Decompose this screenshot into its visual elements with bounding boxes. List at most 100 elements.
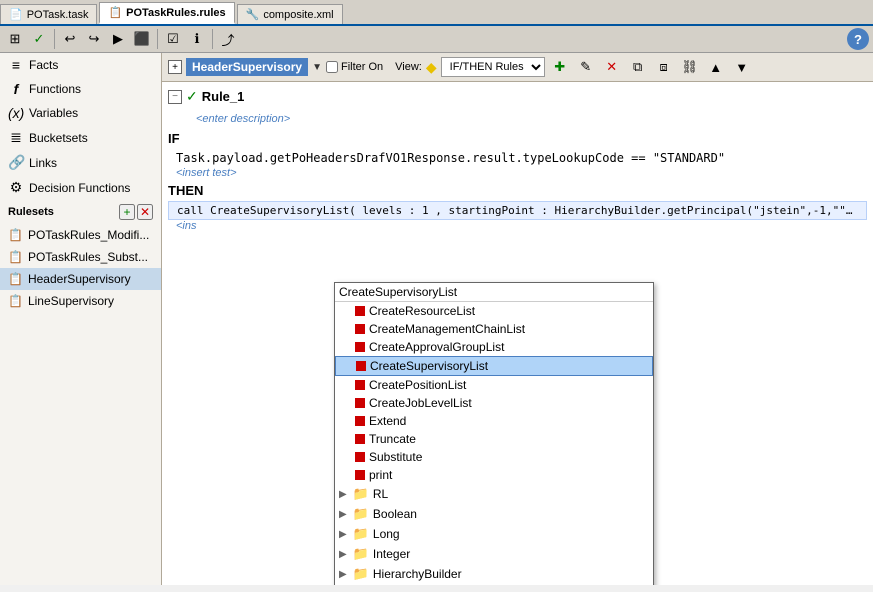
undo-button[interactable]: ↩ [59,28,81,50]
ac-item-extend[interactable]: Extend [335,412,653,430]
tab-potaskrules-icon: 📋 [108,6,122,19]
paste-button[interactable]: ⧈ [653,56,675,78]
rule-description[interactable]: <enter description> [196,113,290,125]
ac-item-print[interactable]: print [335,466,653,484]
main-container: ≡ Facts f Functions (x) Variables ≣ Buck… [0,53,873,585]
view-select[interactable]: IF/THEN Rules Decision Table Tree [441,57,545,77]
add-ruleset-button[interactable]: + [119,204,135,220]
sidebar-item-functions[interactable]: f Functions [0,77,161,101]
ruleset-dropdown-arrow[interactable]: ▼ [312,62,322,73]
method-icon [355,470,365,480]
sidebar-item-functions-label: Functions [29,82,81,96]
ac-item-createsupervisorylist[interactable]: CreateSupervisoryList [335,356,653,376]
toolbar-separator-2 [157,29,158,49]
delete-rule-button[interactable]: ✕ [601,56,623,78]
link-button[interactable]: ⛓ [679,56,701,78]
ac-item-createjoblevellist[interactable]: CreateJobLevelList [335,394,653,412]
ruleset-icon-3: 📋 [8,272,23,286]
ac-group-hierarchyprincipal[interactable]: ▶ 📁 HierarchyPrincipal [335,584,653,585]
tab-composite[interactable]: 🔧 composite.xml [237,4,343,24]
sidebar-ruleset-headersupervisory[interactable]: 📋 HeaderSupervisory [0,268,161,290]
info-button[interactable]: ℹ [186,28,208,50]
checkbox-button[interactable]: ☑ [162,28,184,50]
ac-group-integer[interactable]: ▶ 📁 Integer [335,544,653,564]
remove-ruleset-button[interactable]: ✕ [137,204,153,220]
sidebar-item-facts-label: Facts [29,58,58,72]
filter-checkbox[interactable] [326,61,338,73]
sidebar-ruleset-linesupervisory[interactable]: 📋 LineSupervisory [0,290,161,312]
ruleset-icon-4: 📋 [8,294,23,308]
method-icon [355,434,365,444]
insert-action[interactable]: <ins [168,220,867,232]
sidebar: ≡ Facts f Functions (x) Variables ≣ Buck… [0,53,162,585]
check-button[interactable]: ✓ [28,28,50,50]
decision-functions-icon: ⚙ [8,179,24,196]
help-button[interactable]: ? [847,28,869,50]
ac-item-createresourcelist[interactable]: CreateResourceList [335,302,653,320]
sidebar-item-links[interactable]: 🔗 Links [0,150,161,175]
view-icon: ◆ [426,59,437,76]
sidebar-item-decision-functions-label: Decision Functions [29,181,130,195]
action-text[interactable]: call CreateSupervisoryList( levels : 1 ,… [168,201,867,220]
export-button[interactable]: ⤴ [217,28,239,50]
insert-test[interactable]: <insert test> [168,167,867,179]
folder-icon-boolean: 📁 [353,506,369,522]
expand-ruleset-button[interactable]: + [168,60,182,74]
filter-area: Filter On [326,61,383,73]
tab-composite-label: composite.xml [263,9,333,21]
condition-text[interactable]: Task.payload.getPoHeadersDrafVO1Response… [168,149,867,167]
ac-item-createapprovalgrouplist[interactable]: CreateApprovalGroupList [335,338,653,356]
ruleset-label-3: HeaderSupervisory [28,272,131,286]
ruleset-label-1: POTaskRules_Modifi... [28,228,149,242]
copy-button[interactable]: ⧉ [627,56,649,78]
ac-group-hierarchybuilder[interactable]: ▶ 📁 HierarchyBuilder [335,564,653,584]
rules-toolbar: + HeaderSupervisory ▼ Filter On View: ◆ … [162,53,873,82]
forward-button[interactable]: ▶ [107,28,129,50]
tab-potask-label: POTask.task [27,9,89,21]
tab-potaskrules-label: POTaskRules.rules [126,7,225,19]
autocomplete-input[interactable] [335,283,653,302]
sidebar-item-decision-functions[interactable]: ⚙ Decision Functions [0,175,161,200]
variables-icon: (x) [8,105,24,121]
redo-button[interactable]: ↪ [83,28,105,50]
links-icon: 🔗 [8,154,24,171]
edit-rule-button[interactable]: ✎ [575,56,597,78]
tab-composite-icon: 🔧 [246,8,260,21]
then-label: THEN [168,183,867,198]
toolbar: ⊞ ✓ ↩ ↪ ▶ ⬛ ☑ ℹ ⤴ ? [0,26,873,53]
ac-item-truncate[interactable]: Truncate [335,430,653,448]
ac-item-createmanagementchainlist[interactable]: CreateManagementChainList [335,320,653,338]
rulesets-section-header: Rulesets + ✕ [0,200,161,224]
back-button[interactable]: ⬛ [131,28,153,50]
method-icon [355,324,365,334]
ac-group-long[interactable]: ▶ 📁 Long [335,524,653,544]
ruleset-name-text: HeaderSupervisory [192,60,302,74]
tab-potask[interactable]: 📄 POTask.task [0,4,97,24]
sidebar-item-facts[interactable]: ≡ Facts [0,53,161,77]
sidebar-ruleset-potaskrules-modif[interactable]: 📋 POTaskRules_Modifi... [0,224,161,246]
up-button[interactable]: ▲ [705,56,727,78]
sidebar-ruleset-potaskrules-subst[interactable]: 📋 POTaskRules_Subst... [0,246,161,268]
sidebar-item-links-label: Links [29,156,57,170]
method-icon [355,452,365,462]
ac-group-boolean[interactable]: ▶ 📁 Boolean [335,504,653,524]
add-rule-button[interactable]: ✚ [549,56,571,78]
tab-potaskrules[interactable]: 📋 POTaskRules.rules [99,2,234,24]
sidebar-item-variables-label: Variables [29,106,78,120]
rule-check-icon: ✓ [186,88,198,105]
rule-body: − ✓ Rule_1 <enter description> IF Task.p… [162,82,873,585]
ac-item-createpositionlist[interactable]: CreatePositionList [335,376,653,394]
ac-item-substitute[interactable]: Substitute [335,448,653,466]
sidebar-item-variables[interactable]: (x) Variables [0,101,161,125]
sidebar-item-bucketsets[interactable]: ≣ Bucketsets [0,125,161,150]
expand-triangle-boolean: ▶ [339,509,347,520]
grid-button[interactable]: ⊞ [4,28,26,50]
expand-triangle-integer: ▶ [339,549,347,560]
ac-group-rl[interactable]: ▶ 📁 RL [335,484,653,504]
rule-expand-button[interactable]: − [168,90,182,104]
folder-icon-hierarchybuilder: 📁 [353,566,369,582]
method-icon [355,380,365,390]
down-button[interactable]: ▼ [731,56,753,78]
ruleset-label-4: LineSupervisory [28,294,114,308]
toolbar-separator-1 [54,29,55,49]
